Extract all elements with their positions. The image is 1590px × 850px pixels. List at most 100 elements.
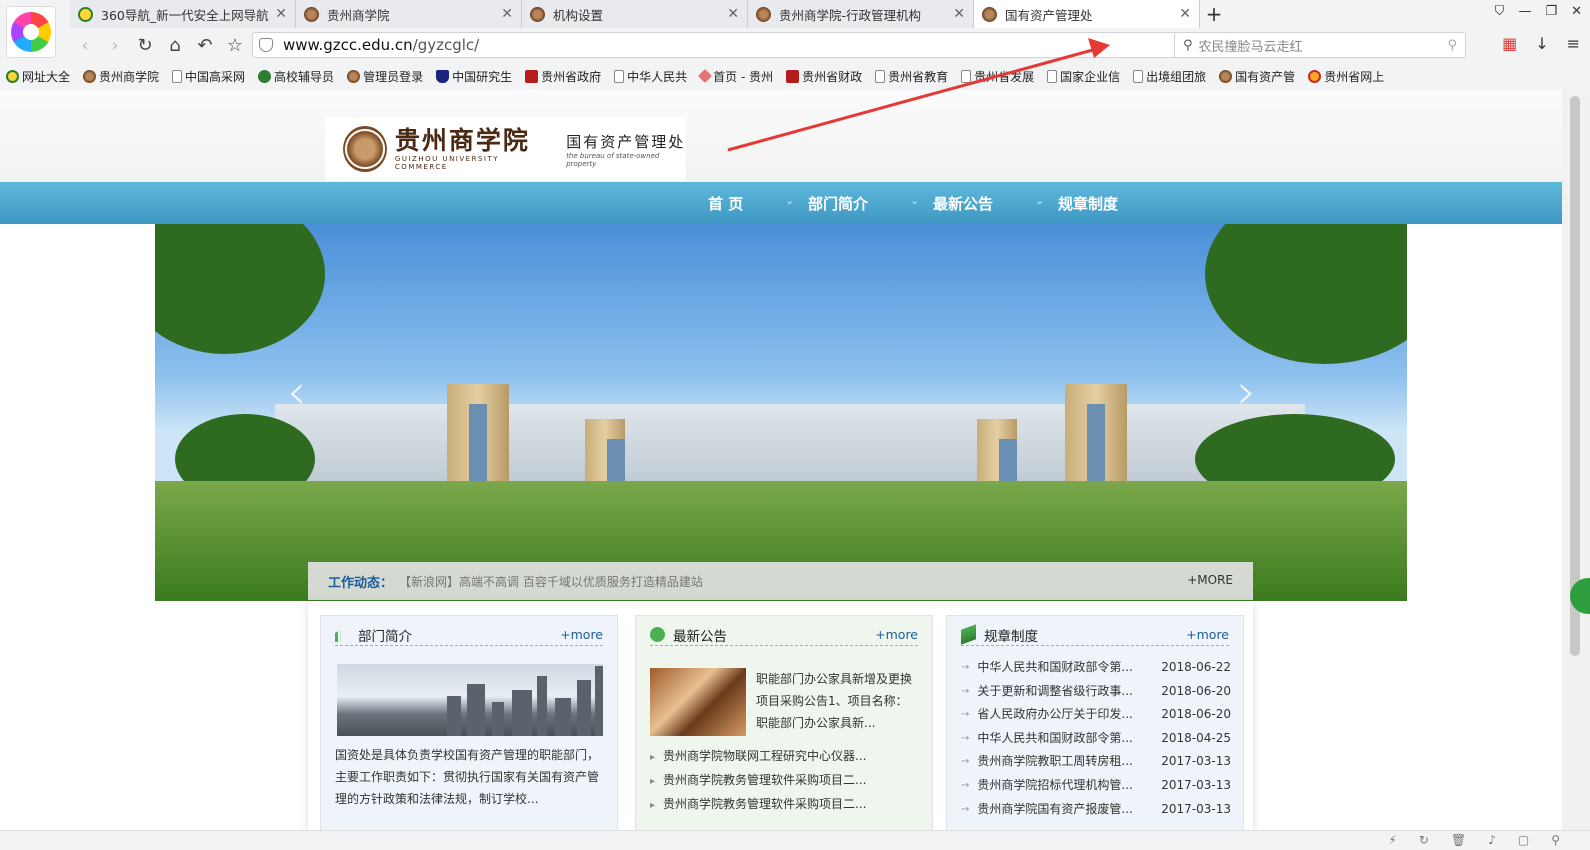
list-item[interactable]: → 中华人民共和国财政部令第... 2018-06-22 [961, 656, 1231, 680]
bookmark-item[interactable]: 首页 - 贵州 [698, 68, 773, 85]
volume-icon[interactable]: ♪ [1488, 833, 1496, 847]
campus-banner: ‹ › [155, 224, 1407, 601]
menu-item-home[interactable]: 首 页 [708, 193, 743, 214]
menu-item-notice[interactable]: 最新公告 [933, 193, 993, 214]
news-ticker-label: 工作动态： [328, 575, 394, 591]
bookmark-item[interactable]: 出境组团旅 [1133, 68, 1206, 85]
building-image[interactable] [650, 668, 746, 736]
zoom-icon[interactable]: ⚲ [1551, 833, 1560, 847]
skin-icon[interactable]: ⛉ [1495, 4, 1505, 19]
list-item[interactable]: 贵州商学院教务管理软件采购项目二... [650, 768, 920, 792]
dept-name-en: the bureau of state-owned property [566, 151, 660, 168]
intro-description[interactable]: 国资处是具体负责学校国有资产管理的职能部门，主要工作职责如下：贯彻执行国家有关国… [335, 744, 605, 810]
list-item[interactable]: → 省人民政府办公厅关于印发... 2018-06-20 [961, 703, 1231, 727]
bookmark-item[interactable]: 贵州省政府 [525, 68, 601, 85]
close-icon[interactable]: ✕ [727, 6, 739, 22]
list-item[interactable]: → 贵州商学院教职工周转房租... 2017-03-13 [961, 750, 1231, 774]
forward-icon[interactable]: › [100, 35, 130, 56]
list-item[interactable]: 贵州商学院物联网工程研究中心仪器... [650, 744, 920, 768]
close-window-icon[interactable]: ✕ [1571, 4, 1582, 19]
tab-assets[interactable]: 国有资产管理处 ✕ [974, 0, 1200, 28]
bookmark-item[interactable]: 贵州省发展 [961, 68, 1034, 85]
address-bar[interactable]: www.gzcc.edu.cn/gyzcglc/ ϟ ★ ⌄ [252, 32, 1244, 58]
bookmark-item[interactable]: 国家企业信 [1047, 68, 1120, 85]
speed-icon[interactable]: ⚡ [1388, 833, 1396, 847]
bookmark-label: 贵州省发展 [974, 69, 1035, 84]
undo-icon[interactable]: ↶ [190, 35, 220, 56]
favorite-icon[interactable]: ☆ [220, 35, 250, 56]
arrow-icon: → [961, 662, 970, 673]
apps-grid-icon[interactable]: ▦ [1502, 34, 1517, 53]
maximize-icon[interactable]: ❐ [1545, 4, 1557, 19]
arrow-icon: → [961, 709, 970, 721]
page-viewport: 贵州商学院 GUIZHOU UNIVERSITY COMMERCE 国有资产管理… [0, 90, 1562, 830]
menu-item-intro[interactable]: 部门简介 [808, 193, 868, 214]
tab-admin[interactable]: 贵州商学院-行政管理机构 ✕ [748, 0, 974, 28]
bookmark-item[interactable]: 贵州省网上 [1308, 68, 1384, 85]
bookmark-item[interactable]: 国有资产管 [1219, 68, 1295, 85]
close-icon[interactable]: ✕ [1179, 6, 1191, 22]
trash-icon[interactable]: 🗑 [1451, 833, 1466, 847]
list-item[interactable]: 贵州商学院教务管理软件采购项目二... [650, 792, 920, 816]
browser-logo-icon[interactable] [6, 6, 56, 58]
list-item[interactable]: → 贵州商学院国有资产报废管... 2017-03-13 [961, 798, 1231, 822]
tab-strip: 360导航_新一代安全上网导航 ✕ 贵州商学院 ✕ 机构设置 ✕ 贵州商学院-行… [70, 0, 1228, 28]
notice-more-link[interactable]: +more [875, 627, 918, 642]
globe-icon [650, 627, 665, 642]
doc-icon [1047, 69, 1058, 83]
menu-item-rules[interactable]: 规章制度 [1058, 193, 1118, 214]
bookmark-label: 高校辅导员 [274, 69, 335, 84]
search-submit-icon[interactable]: ⚲ [1447, 38, 1457, 53]
close-icon[interactable]: ✕ [501, 6, 513, 22]
back-icon[interactable]: ‹ [70, 35, 100, 56]
notice-summary[interactable]: 职能部门办公家具新增及更换项目采购公告1、项目名称：职能部门办公家具新... [756, 668, 914, 734]
city-skyline-image[interactable] [337, 664, 603, 736]
rules-more-link[interactable]: +more [1186, 627, 1229, 642]
gzcc-seal-icon [83, 69, 97, 83]
bookmark-item[interactable]: 中华人民共 [614, 68, 687, 85]
arrow-icon: → [961, 685, 970, 697]
bookmark-item[interactable]: 中国高采网 [172, 68, 245, 85]
grad-cap-icon [436, 69, 450, 83]
main-menu: 首 页 ⌄ 部门简介 ⌄ 最新公告 ⌄ 规章制度 [0, 182, 1562, 224]
download-icon[interactable]: ↓ [1535, 34, 1548, 53]
bookmark-item[interactable]: 贵州省教育 [875, 68, 948, 85]
chevron-left-icon[interactable]: ‹ [287, 364, 306, 420]
tab-gzcc[interactable]: 贵州商学院 ✕ [296, 0, 522, 28]
list-item[interactable]: → 中华人民共和国财政部令第... 2018-04-25 [961, 727, 1231, 751]
news-more-link[interactable]: +MORE [1187, 573, 1233, 587]
bookmark-item[interactable]: 贵州商学院 [83, 68, 159, 85]
window-icon[interactable]: ▢ [1518, 833, 1529, 847]
close-icon[interactable]: ✕ [953, 6, 965, 22]
bookmark-item[interactable]: 高校辅导员 [258, 68, 334, 85]
scrollbar-thumb[interactable] [1570, 96, 1580, 656]
site-logo[interactable]: 贵州商学院 GUIZHOU UNIVERSITY COMMERCE 国有资产管理… [325, 117, 686, 181]
list-item[interactable]: → 贵州商学院招标代理机构管... 2017-03-13 [961, 774, 1231, 798]
tab-org[interactable]: 机构设置 ✕ [522, 0, 748, 28]
tab-360-nav[interactable]: 360导航_新一代安全上网导航 ✕ [70, 0, 296, 28]
bookmark-item[interactable]: 网址大全 [6, 68, 70, 85]
refresh-icon[interactable]: ↻ [1419, 833, 1429, 847]
vertical-scrollbar[interactable] [1562, 90, 1590, 830]
bookmark-item[interactable]: 管理员登录 [347, 68, 423, 85]
intro-more-link[interactable]: +more [560, 627, 603, 642]
dept-name-cn: 国有资产管理处 [566, 132, 686, 151]
search-placeholder: 农民撞脸马云走红 [1198, 39, 1303, 55]
bookmark-label: 贵州省网上 [1324, 69, 1385, 84]
bookmark-item[interactable]: 贵州省财政 [786, 68, 862, 85]
search-input[interactable]: ⚲ 农民撞脸马云走红 ⚲ [1174, 32, 1466, 58]
chevron-right-icon[interactable]: › [1237, 364, 1256, 420]
menu-icon[interactable]: ≡ [1567, 34, 1580, 53]
arrow-icon: → [961, 732, 970, 744]
close-icon[interactable]: ✕ [275, 6, 287, 22]
new-tab-button[interactable]: + [1200, 0, 1228, 28]
tab-label: 机构设置 [553, 7, 604, 23]
minimize-icon[interactable]: — [1518, 4, 1531, 19]
url-text[interactable]: www.gzcc.edu.cn/gyzcglc/ [283, 36, 479, 54]
refresh-icon[interactable]: ↻ [130, 35, 160, 56]
bookmark-item[interactable]: 中国研究生 [436, 68, 512, 85]
list-item[interactable]: → 关于更新和调整省级行政事... 2018-06-20 [961, 680, 1231, 704]
panel-title: 部门简介 [358, 628, 412, 645]
news-ticker-link[interactable]: 【新浪网】高端不高调 百容千域以优质服务打造精品建站 [399, 573, 703, 590]
home-icon[interactable]: ⌂ [160, 35, 190, 56]
